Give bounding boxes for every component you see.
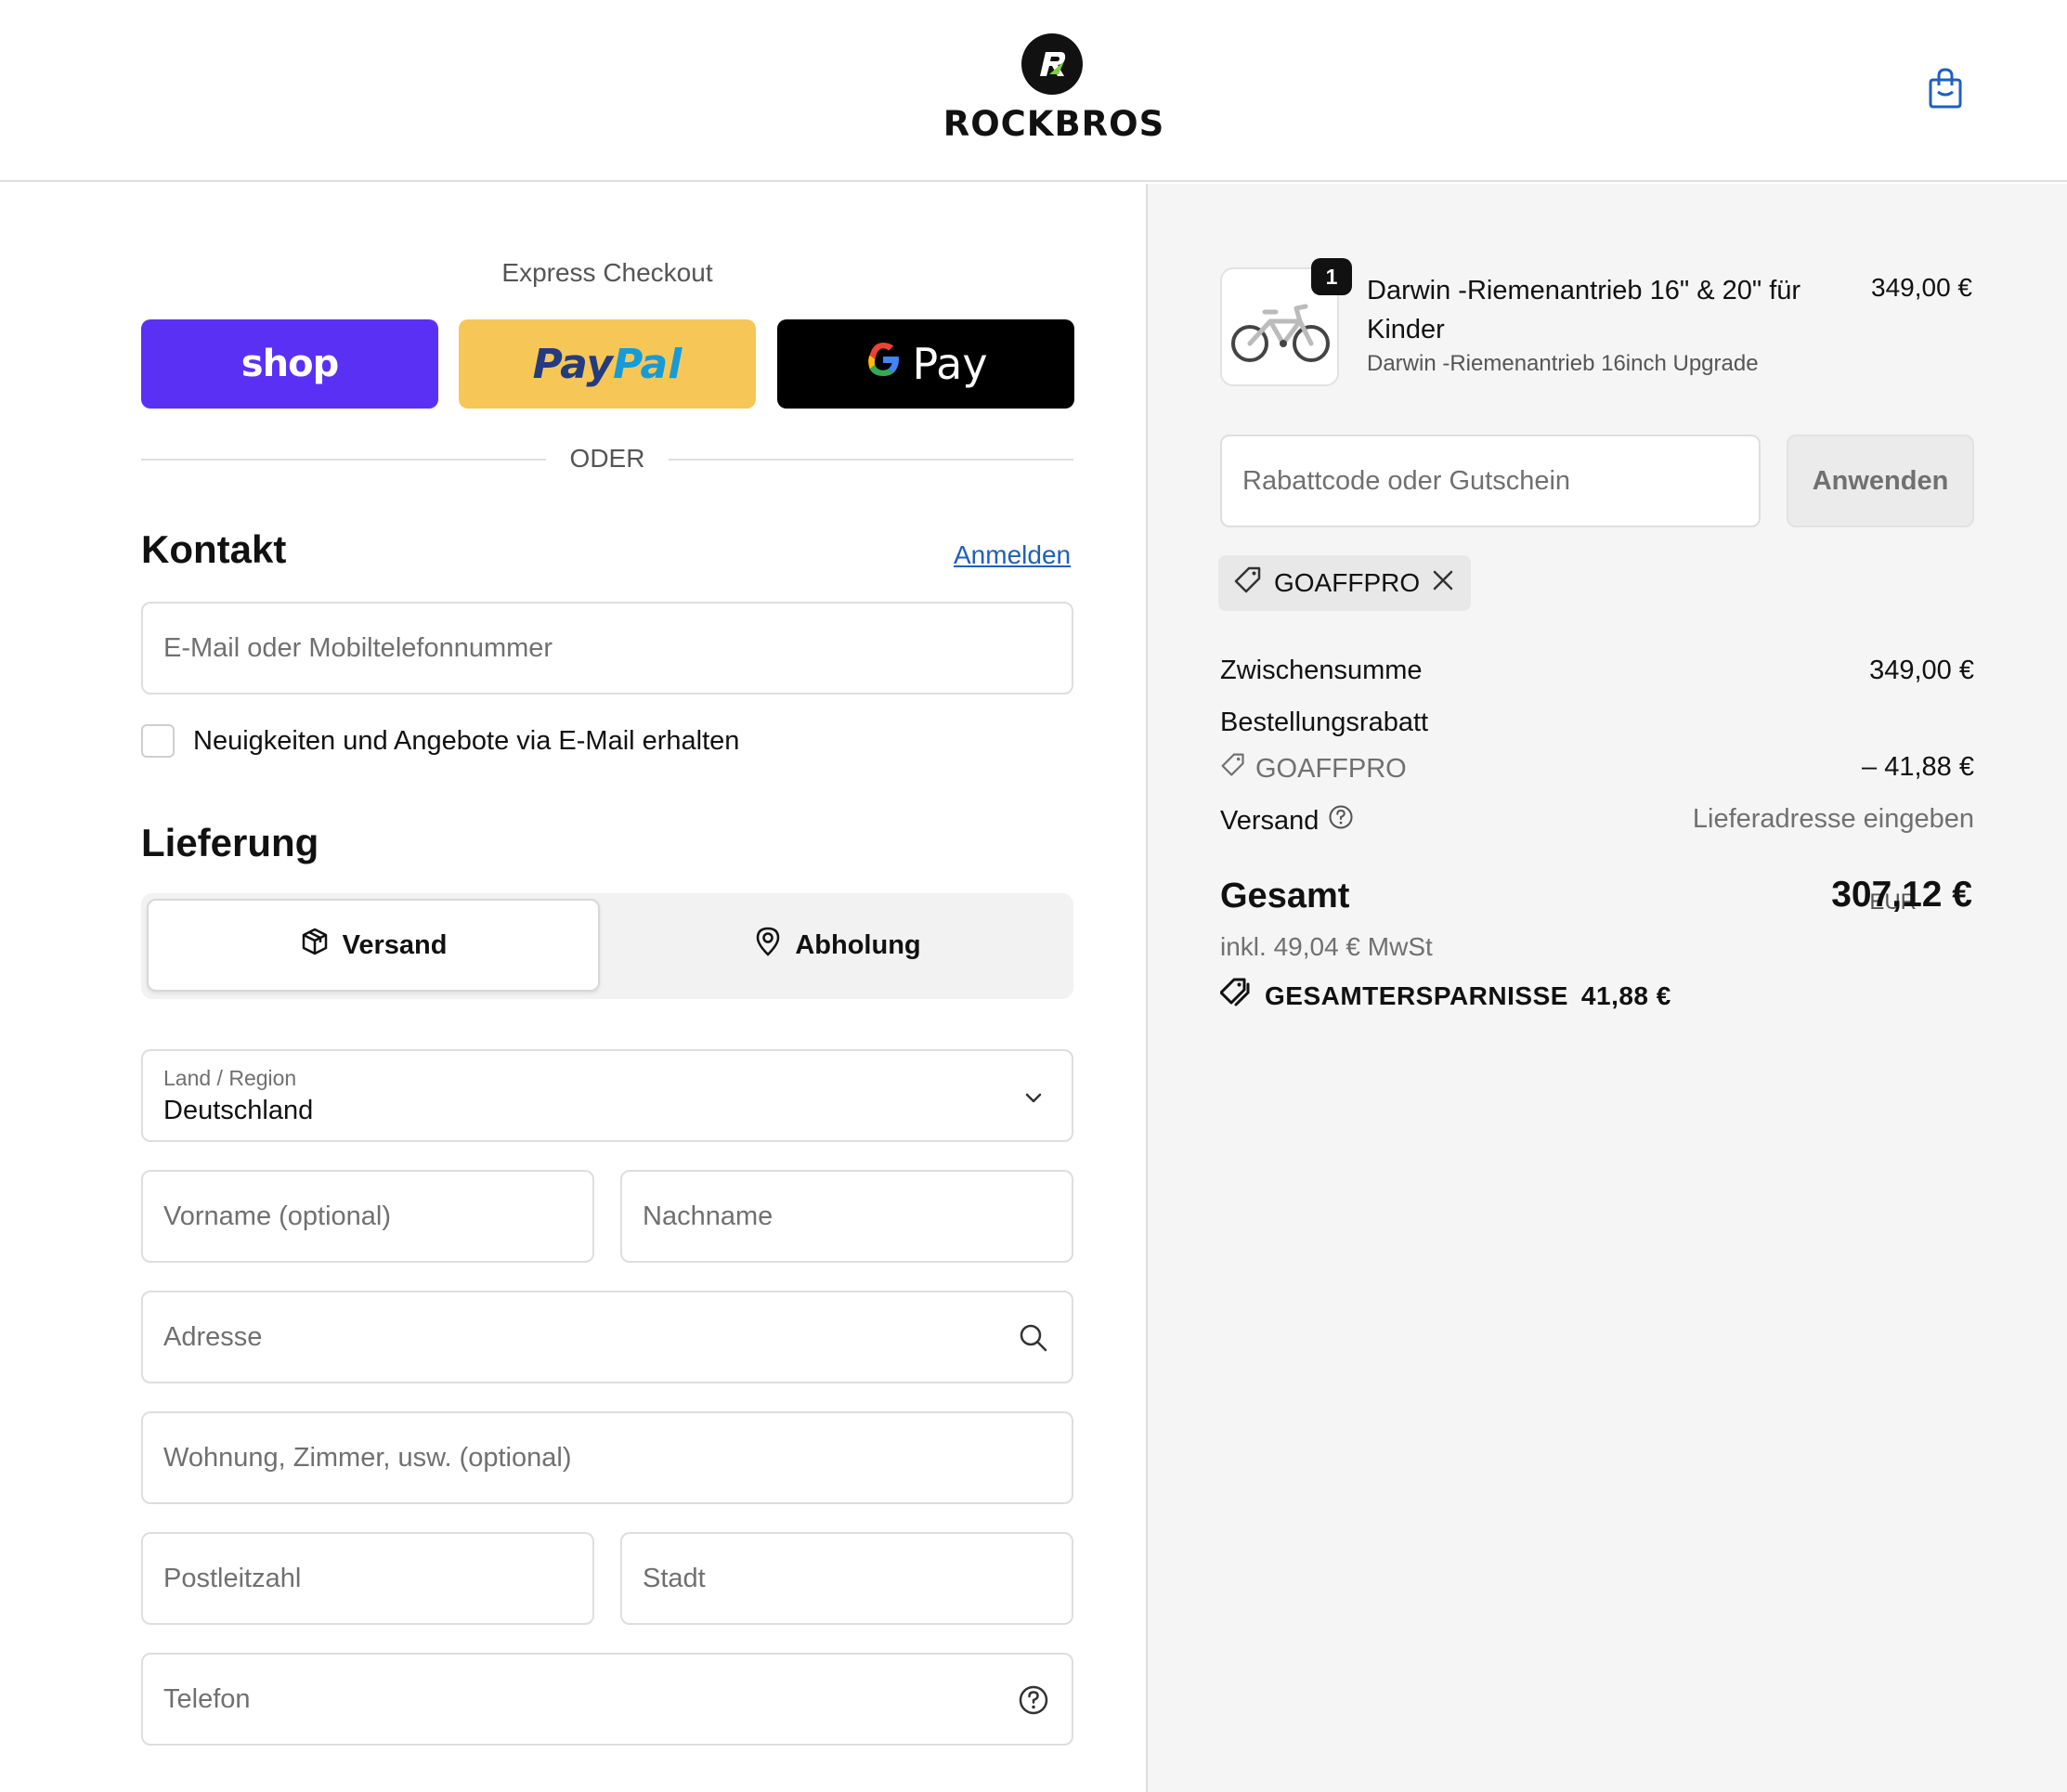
order-discount-row: Bestellungsrabatt [1220,708,1974,738]
product-variant: Darwin -Riemenantrieb 16inch Upgrade [1367,351,1759,376]
subtotal-value: 349,00 € [1869,656,1974,685]
search-icon [1018,1322,1049,1354]
subtotal-label: Zwischensumme [1220,656,1423,685]
first-name-field[interactable] [141,1170,594,1263]
shipping-row: Versand Lieferadresse eingeben [1220,804,1974,838]
brand-logo[interactable]: ROCKBROS [942,33,1166,147]
tax-note: inkl. 49,04 € MwSt [1220,932,1433,961]
quantity-badge: 1 [1311,258,1352,295]
total-savings: GESAMTERSPARNISSE 41,88 € [1219,977,1671,1015]
google-pay-label: Pay [912,339,988,389]
shipping-value: Lieferadresse eingeben [1692,804,1974,834]
order-discount-code: GOAFFPRO [1255,753,1407,784]
tags-icon [1219,977,1252,1015]
shopping-bag-icon[interactable] [1926,67,1965,110]
delivery-method-toggle: Versand Abholung [141,893,1073,999]
zip-field[interactable] [141,1532,594,1625]
paypal-label-pay: Pay [532,340,614,388]
contact-heading: Kontakt [141,527,287,571]
tag-icon [1220,752,1246,786]
applied-discount-tag: GOAFFPRO [1218,555,1471,611]
divider-right [669,459,1073,461]
checkout-form: Express Checkout shop Pay Pal Pay ODER Ko… [0,184,1146,1792]
subtotal-row: Zwischensumme 349,00 € [1220,656,1974,686]
login-link[interactable]: Anmelden [954,540,1071,570]
rockbros-logo-icon [1021,33,1083,95]
location-pin-icon [754,927,782,964]
help-circle-icon[interactable] [1328,804,1354,838]
country-select-value: Deutschland [163,1096,314,1125]
discount-code-field[interactable] [1220,435,1761,527]
zip-input[interactable] [143,1534,592,1623]
package-icon [300,927,330,964]
delivery-option-label: Versand [342,929,448,960]
total-value: 307,12 € [1831,875,1972,915]
tag-icon [1233,565,1263,602]
shop-pay-button[interactable]: shop [141,319,438,409]
savings-value: 41,88 € [1580,980,1671,1010]
shipping-label: Versand [1220,805,1320,836]
apartment-input[interactable] [143,1413,1072,1502]
shop-pay-label: shop [240,343,339,385]
order-summary: 1 Darwin -Riemenantrieb 16" & 20" für Ki… [1146,184,2067,1792]
brand-name: ROCKBROS [942,104,1165,144]
remove-discount-icon[interactable] [1431,568,1455,599]
last-name-input[interactable] [622,1172,1072,1261]
email-input[interactable] [143,604,1072,693]
newsletter-checkbox[interactable] [141,724,175,758]
newsletter-label: Neuigkeiten und Angebote via E-Mail erha… [193,726,740,756]
phone-field[interactable] [141,1653,1073,1746]
chevron-down-icon [1018,1083,1049,1114]
phone-input[interactable] [143,1655,1072,1744]
apply-discount-button[interactable]: Anwenden [1787,435,1974,527]
delivery-heading: Lieferung [141,821,319,864]
delivery-option-shipping[interactable]: Versand [147,899,600,992]
last-name-field[interactable] [620,1170,1073,1263]
google-pay-button[interactable]: Pay [777,319,1074,409]
express-checkout-title: Express Checkout [501,258,713,287]
first-name-input[interactable] [143,1172,592,1261]
email-field[interactable] [141,602,1073,695]
city-field[interactable] [620,1532,1073,1625]
total-label: Gesamt [1220,877,1350,915]
order-discount-code-row: GOAFFPRO – 41,88 € [1220,752,1974,786]
delivery-option-pickup[interactable]: Abholung [611,899,1064,992]
divider-left [141,459,546,461]
delivery-option-label: Abholung [795,929,921,960]
applied-discount-code: GOAFFPRO [1274,568,1421,597]
country-select[interactable]: Land / Region Deutschland [141,1049,1073,1142]
paypal-label-pal: Pal [613,340,682,388]
product-price: 349,00 € [1871,273,1972,302]
address-input[interactable] [143,1292,1072,1382]
paypal-button[interactable]: Pay Pal [459,319,756,409]
or-divider-label: ODER [569,444,645,473]
header: ROCKBROS [0,0,2067,182]
country-select-label: Land / Region [163,1066,297,1090]
apartment-field[interactable] [141,1411,1073,1504]
address-field[interactable] [141,1291,1073,1383]
google-g-icon [864,339,903,389]
savings-label: GESAMTERSPARNISSE [1265,980,1568,1010]
order-discount-label: Bestellungsrabatt [1220,708,1429,737]
city-input[interactable] [622,1534,1072,1623]
order-discount-value: – 41,88 € [1862,752,1974,782]
product-title: Darwin -Riemenantrieb 16" & 20" für Kind… [1367,276,1801,344]
help-circle-icon[interactable] [1018,1684,1049,1716]
discount-code-input[interactable] [1222,436,1759,526]
